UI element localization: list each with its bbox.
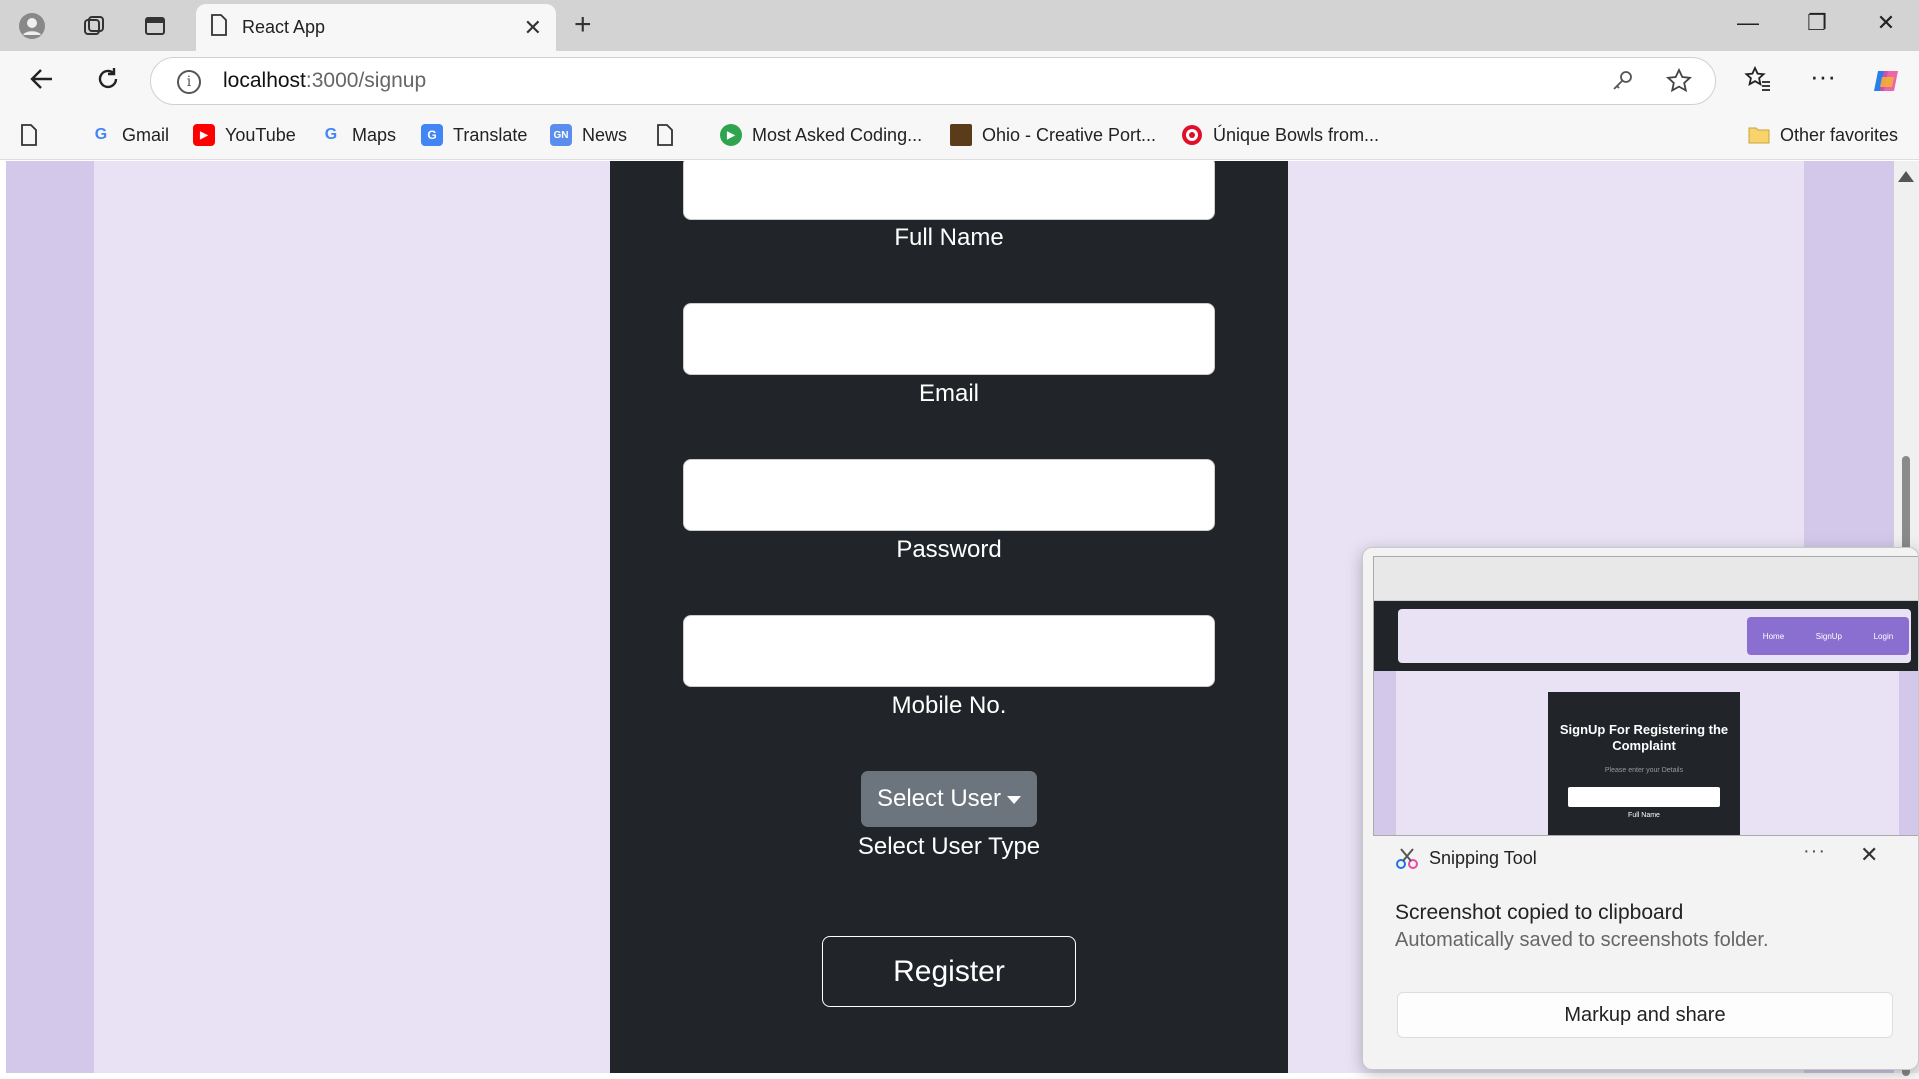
bookmark-youtube[interactable]: ▶ YouTube — [193, 124, 296, 146]
other-favorites-folder[interactable]: Other favorites — [1748, 124, 1898, 146]
google-icon: G — [94, 126, 108, 143]
browser-tab-bar: React App ✕ + — ❐ ✕ — [0, 0, 1919, 51]
markup-and-share-button[interactable]: Markup and share — [1397, 992, 1893, 1038]
thumbnail-input — [1568, 787, 1720, 807]
thumbnail-link: SignUp — [1815, 631, 1842, 641]
profile-icon[interactable] — [18, 12, 46, 40]
mobile-label: Mobile No. — [891, 692, 1007, 719]
new-tab-button[interactable]: + — [574, 10, 592, 40]
email-input[interactable] — [683, 303, 1215, 375]
bookmark-unique-bowls[interactable]: Únique Bowls from... — [1181, 124, 1379, 146]
restore-button[interactable]: ❐ — [1797, 10, 1837, 36]
screenshot-thumbnail[interactable]: Home SignUp Login SignUp For Registering… — [1373, 556, 1918, 836]
youtube-icon: ▶ — [193, 124, 215, 146]
register-button[interactable]: Register — [822, 936, 1076, 1007]
bookmark-translate[interactable]: G Translate — [421, 124, 527, 146]
news-icon: GN — [550, 124, 572, 146]
other-favorites-label: Other favorites — [1780, 124, 1899, 145]
bookmark-maps[interactable]: G Maps — [320, 124, 396, 146]
google-icon: G — [324, 126, 338, 143]
full-name-input[interactable] — [683, 161, 1215, 220]
thumbnail-card-title: SignUp For Registering the Complaint — [1559, 722, 1729, 753]
close-tab-icon[interactable]: ✕ — [524, 15, 542, 41]
minimize-button[interactable]: — — [1728, 10, 1768, 36]
snipping-tool-icon — [1395, 846, 1419, 870]
email-label: Email — [918, 380, 979, 407]
bookmark-gmail[interactable]: G Gmail — [90, 124, 169, 146]
toast-app-name: Snipping Tool — [1429, 847, 1537, 868]
bookmark-news[interactable]: GN News — [550, 124, 627, 146]
bookmark-label: Translate — [453, 124, 528, 145]
thumbnail-nav-links: Home SignUp Login — [1747, 617, 1909, 655]
translate-icon: G — [421, 124, 443, 146]
bookmark-label: Most Asked Coding... — [752, 124, 923, 145]
select-user-text: Select User — [876, 785, 1002, 812]
toast-app-header: Snipping Tool — [1395, 846, 1537, 870]
reload-button[interactable] — [90, 65, 126, 99]
page-icon — [654, 124, 676, 146]
bookmark-label: News — [582, 124, 628, 145]
address-bar[interactable]: i localhost:3000/signup — [150, 57, 1716, 105]
toast-more-options-icon[interactable]: ··· — [1803, 840, 1826, 863]
toast-heading: Screenshot copied to clipboard — [1395, 901, 1684, 924]
tab-actions-icon[interactable] — [141, 12, 169, 40]
toast-close-icon[interactable]: ✕ — [1860, 842, 1878, 868]
url-text[interactable]: localhost:3000/signup — [223, 69, 426, 93]
bookmark-ohio[interactable]: Ohio - Creative Port... — [950, 124, 1156, 146]
bookmark-label: Maps — [352, 124, 397, 145]
workspaces-icon[interactable] — [80, 12, 108, 40]
left-side-strip — [6, 161, 94, 1073]
site-info-icon[interactable]: i — [177, 70, 201, 94]
address-toolbar: i localhost:3000/signup ··· — [0, 51, 1919, 113]
caret-down-icon — [1007, 796, 1022, 804]
shield-icon: ▶ — [720, 124, 742, 146]
bookmarks-bar: G Gmail ▶ YouTube G Maps G Translate GN … — [0, 113, 1919, 160]
favorite-star-icon[interactable] — [1665, 67, 1693, 101]
thumbnail-side-right — [1899, 671, 1918, 835]
bookmark-page[interactable] — [654, 124, 686, 146]
favorites-icon[interactable] — [1744, 65, 1772, 100]
portfolio-icon — [950, 124, 972, 146]
bookmark-label: YouTube — [225, 124, 296, 145]
full-name-label: Full Name — [894, 224, 1004, 251]
thumbnail-card-subtitle: Please enter your Details — [1604, 767, 1684, 774]
bookmark-page-icon[interactable] — [20, 124, 38, 146]
url-host: localhost — [223, 69, 306, 92]
back-button[interactable] — [24, 65, 60, 99]
target-icon — [1181, 124, 1203, 146]
thumbnail-link: Login — [1873, 631, 1894, 641]
folder-icon — [1748, 124, 1770, 146]
bookmark-label: Ohio - Creative Port... — [982, 124, 1157, 145]
thumbnail-label: Full Name — [1628, 812, 1660, 819]
select-user-type-label: Select User Type — [857, 833, 1041, 860]
password-label: Password — [896, 536, 1002, 563]
thumbnail-signup-card: SignUp For Registering the Complaint Ple… — [1548, 692, 1740, 835]
mobile-input[interactable] — [683, 615, 1215, 687]
thumbnail-navbar: Home SignUp Login — [1398, 609, 1911, 663]
browser-tab-active[interactable]: React App ✕ — [196, 4, 556, 51]
thumbnail-side-left — [1374, 671, 1396, 835]
password-key-icon[interactable] — [1611, 68, 1635, 99]
bookmark-most-asked-coding[interactable]: ▶ Most Asked Coding... — [720, 124, 922, 146]
close-window-button[interactable]: ✕ — [1866, 10, 1906, 36]
more-menu-icon[interactable]: ··· — [1810, 61, 1836, 92]
copilot-icon[interactable] — [1870, 65, 1902, 104]
url-path: :3000/signup — [305, 69, 427, 92]
scroll-up-arrow-icon[interactable] — [1898, 171, 1914, 182]
password-input[interactable] — [683, 459, 1215, 531]
signup-form-panel: Full Name Email Password Mobile No. Sele… — [610, 161, 1288, 1073]
thumbnail-browser-chrome — [1374, 557, 1918, 601]
snipping-tool-notification[interactable]: Home SignUp Login SignUp For Registering… — [1362, 547, 1919, 1070]
thumbnail-link: Home — [1762, 631, 1785, 641]
page-icon — [210, 14, 228, 41]
select-user-dropdown[interactable]: Select User — [861, 771, 1037, 827]
toast-subtext: Automatically saved to screenshots folde… — [1395, 929, 1769, 951]
bookmark-label: Únique Bowls from... — [1213, 124, 1380, 145]
tab-title: React App — [242, 17, 326, 37]
bookmark-label: Gmail — [122, 124, 170, 145]
